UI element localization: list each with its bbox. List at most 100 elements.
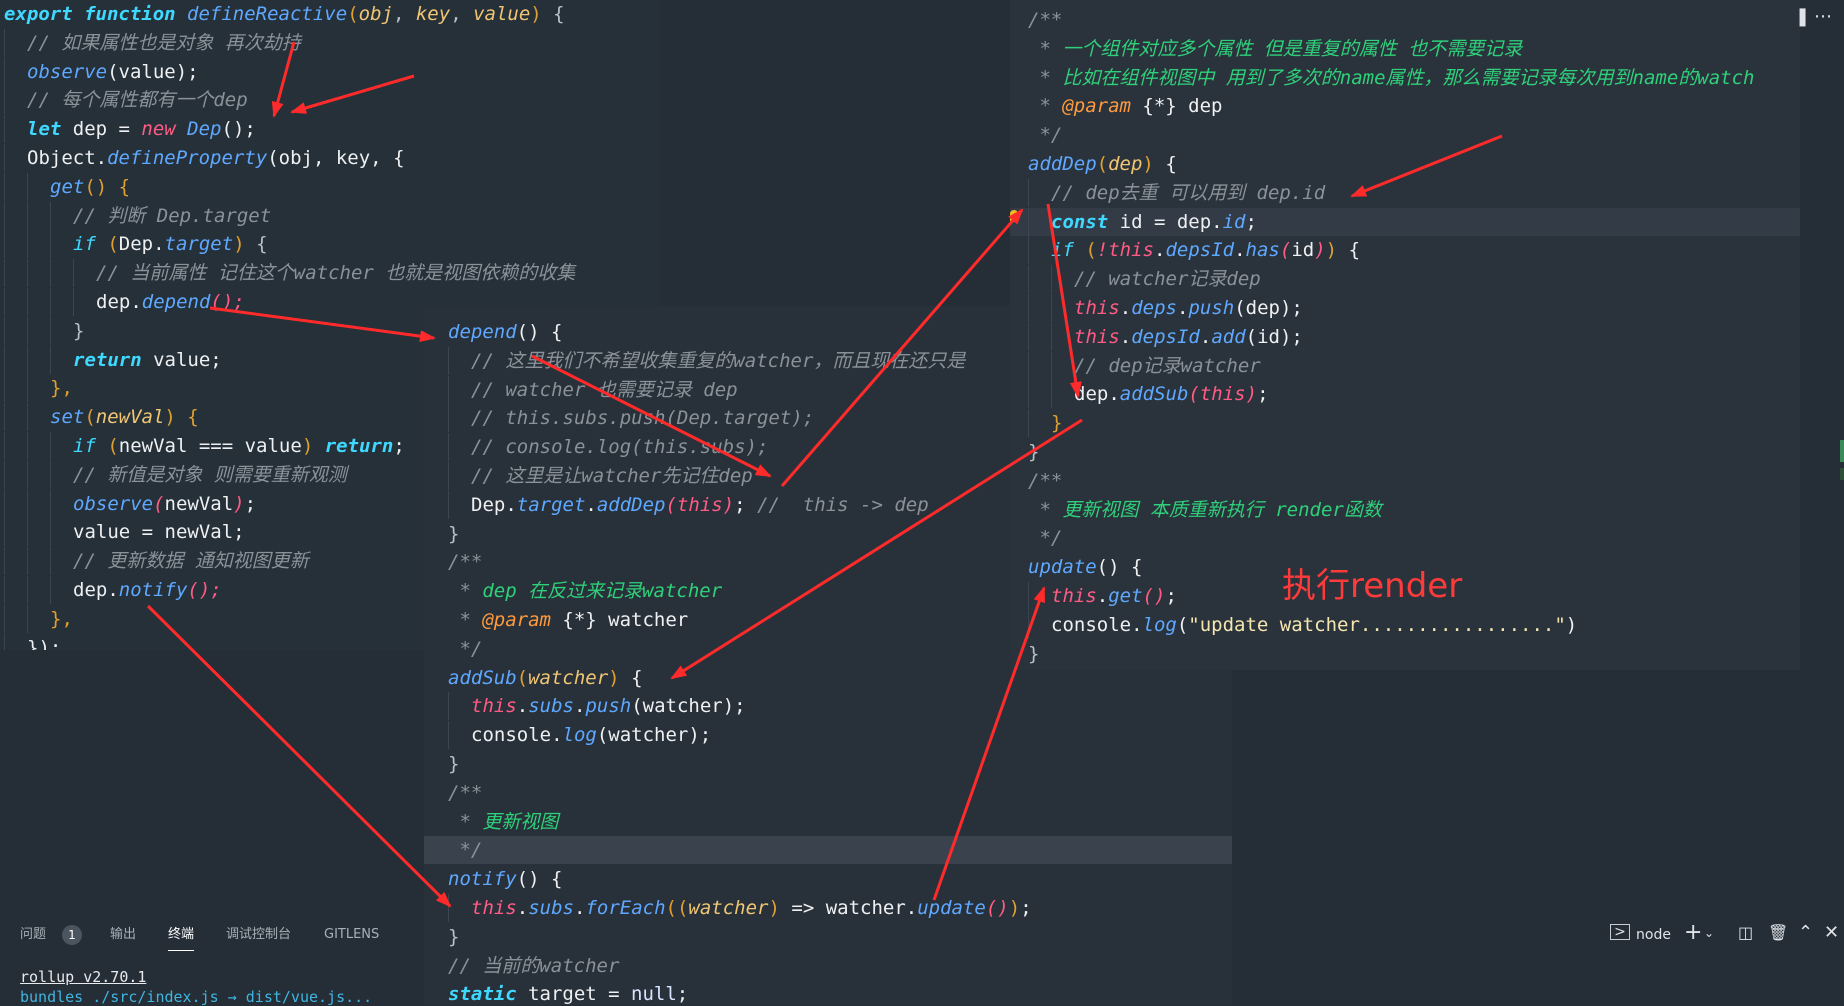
- code-line[interactable]: * 比如在组件视图中 用到了多次的name属性，那么需要记录每次用到name的w…: [1010, 64, 1800, 92]
- code-line[interactable]: /**: [1010, 467, 1800, 495]
- indent-guide: [448, 433, 471, 462]
- split-terminal-icon[interactable]: ◫: [1738, 922, 1753, 944]
- indent-guide: [1028, 236, 1051, 265]
- code-token: ) {: [164, 406, 199, 429]
- code-token: (: [1188, 383, 1200, 406]
- code-line[interactable]: }: [424, 923, 1232, 951]
- code-token: this: [1051, 585, 1097, 607]
- code-token: // dep记录watcher: [1074, 354, 1261, 377]
- code-line[interactable]: * 一个组件对应多个属性 但是重复的属性 也不需要记录: [1010, 35, 1800, 63]
- trash-icon[interactable]: 🗑: [1768, 922, 1788, 944]
- code-line[interactable]: /**: [424, 779, 1232, 807]
- code-token: *: [1028, 37, 1063, 60]
- code-token: Object.: [27, 147, 108, 169]
- code-token: return: [324, 435, 394, 457]
- indent-guide: [50, 201, 73, 230]
- tab-output[interactable]: 输出: [110, 920, 136, 950]
- code-token: update: [1028, 556, 1097, 579]
- tab-problems[interactable]: 问题: [20, 920, 46, 950]
- code-line[interactable]: */: [1010, 121, 1800, 149]
- code-token: id: [1291, 239, 1315, 262]
- close-panel-icon[interactable]: ✕: [1824, 922, 1839, 944]
- code-line[interactable]: let dep = new Dep();: [0, 115, 660, 144]
- code-token: has: [1245, 239, 1280, 262]
- indent-guide: [1051, 322, 1074, 351]
- indent-guide: [27, 172, 50, 201]
- code-token: observe: [73, 492, 154, 515]
- code-token: update: [917, 897, 986, 919]
- chevron-down-icon[interactable]: ⌄: [1704, 922, 1714, 944]
- code-line[interactable]: notify() {: [424, 865, 1232, 893]
- code-line[interactable]: }: [1010, 409, 1800, 438]
- code-token: // 这里我们不希望收集重复的watcher，而且现在还只是: [471, 349, 966, 372]
- tab-gitlens[interactable]: GITLENS: [324, 920, 379, 950]
- code-token: depend: [448, 321, 517, 343]
- indent-guide: [50, 489, 73, 518]
- indent-guide: [50, 259, 73, 288]
- code-line[interactable]: addDep(dep) {: [1010, 150, 1800, 178]
- code-line[interactable]: observe(value);: [0, 57, 660, 86]
- code-line[interactable]: // watcher记录dep: [1010, 265, 1800, 294]
- code-token: // watcher记录dep: [1074, 268, 1261, 291]
- tab-debug-console[interactable]: 调试控制台: [226, 920, 291, 950]
- code-line[interactable]: // 当前属性 记住这个watcher 也就是视图依赖的收集: [0, 259, 660, 288]
- more-actions-icon[interactable]: ⋯: [1814, 6, 1832, 28]
- code-line[interactable]: this.deps.push(dep);: [1010, 294, 1800, 322]
- code-line[interactable]: // dep记录watcher: [1010, 351, 1800, 380]
- indent-guide: [4, 201, 27, 230]
- code-line[interactable]: // 判断 Dep.target: [0, 201, 660, 230]
- code-token: // 当前属性 记住这个watcher 也就是视图依赖的收集: [96, 262, 576, 285]
- code-token: ): [608, 666, 620, 689]
- code-line[interactable]: get() {: [0, 172, 660, 201]
- code-line[interactable]: this.depsId.add(id);: [1010, 322, 1800, 351]
- code-line[interactable]: // dep去重 可以用到 dep.id: [1010, 178, 1800, 207]
- code-line[interactable]: */: [424, 836, 1232, 865]
- add-terminal-icon[interactable]: +: [1684, 922, 1702, 944]
- code-token: target: [516, 493, 586, 516]
- code-token: depend: [141, 291, 211, 313]
- code-line[interactable]: }: [424, 750, 1232, 778]
- terminal-line: bundles ./src/index.js → dist/vue.js...: [20, 988, 373, 1006]
- terminal-name[interactable]: node: [1636, 924, 1671, 946]
- code-token: if: [73, 233, 108, 256]
- code-line[interactable]: dep.addSub(this);: [1010, 380, 1800, 409]
- code-line[interactable]: * 更新视图 本质重新执行 render函数: [1010, 496, 1800, 524]
- code-token: */: [1028, 124, 1063, 147]
- code-line[interactable]: const id = dep.id;: [1010, 207, 1800, 236]
- code-token: ();: [221, 118, 256, 141]
- code-line[interactable]: }: [1010, 640, 1800, 668]
- code-line[interactable]: // 每个属性都有一个dep: [0, 86, 660, 115]
- code-line[interactable]: console.log("update watcher.............…: [1010, 610, 1800, 639]
- code-line[interactable]: static target = null;: [424, 980, 1232, 1005]
- code-token: forEach: [585, 897, 666, 919]
- code-line[interactable]: * 更新视图: [424, 808, 1232, 836]
- code-line[interactable]: export function defineReactive(obj, key,…: [0, 0, 660, 28]
- maximize-panel-icon[interactable]: ⌃: [1798, 922, 1813, 944]
- code-token: ): [233, 233, 245, 256]
- code-line[interactable]: if (Dep.target) {: [0, 230, 660, 259]
- code-line[interactable]: }: [1010, 438, 1800, 466]
- code-token: 比如在组件视图中 用到了多次的name属性，那么需要记录每次用到name的wat…: [1062, 66, 1755, 89]
- code-token: dep.: [96, 291, 142, 313]
- lightbulb-icon[interactable]: [1010, 210, 1018, 222]
- code-token: ): [722, 493, 735, 516]
- code-line[interactable]: * @param {*} dep: [1010, 92, 1800, 120]
- code-line[interactable]: /**: [1010, 6, 1800, 34]
- code-line[interactable]: */: [1010, 524, 1800, 552]
- code-line[interactable]: // 如果属性也是对象 再次劫持: [0, 28, 660, 57]
- code-token: observe: [27, 60, 108, 83]
- code-token: notify: [118, 579, 188, 601]
- code-line[interactable]: if (!this.depsId.has(id)) {: [1010, 236, 1800, 265]
- indent-guide: [27, 518, 50, 547]
- code-line[interactable]: this.subs.push(watcher);: [424, 692, 1232, 721]
- code-token: .: [1154, 239, 1166, 262]
- code-line[interactable]: this.subs.forEach((watcher) => watcher.u…: [424, 894, 1232, 922]
- indent-guide: [4, 115, 27, 144]
- tab-terminal[interactable]: 终端: [168, 920, 195, 951]
- code-token: notify: [448, 868, 517, 891]
- code-line[interactable]: // 当前的watcher: [424, 952, 1232, 980]
- code-line[interactable]: console.log(watcher);: [424, 721, 1232, 750]
- code-token: (: [347, 3, 359, 25]
- code-token: Dep.: [471, 493, 517, 516]
- code-line[interactable]: Object.defineProperty(obj, key, {: [0, 144, 660, 172]
